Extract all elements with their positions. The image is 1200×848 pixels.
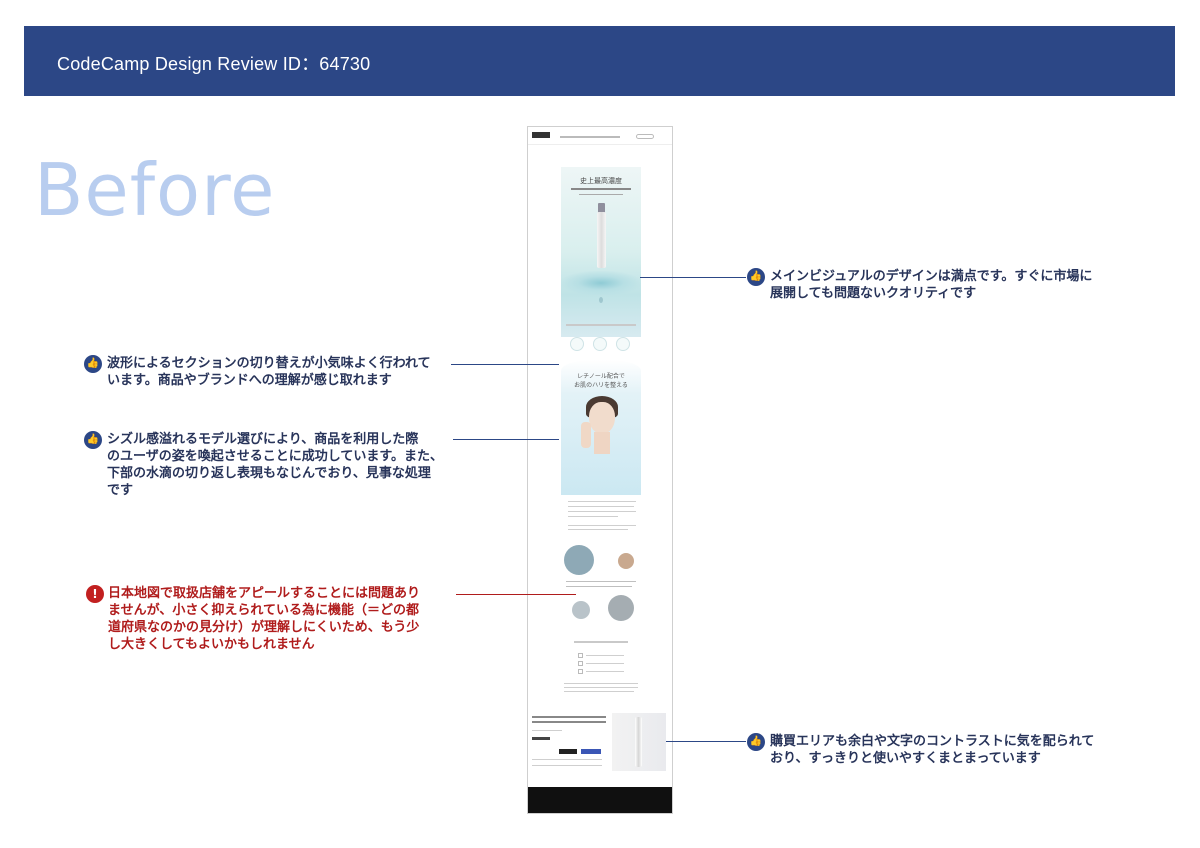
annotation-main-visual: メインビジュアルのデザインは満点です。すぐに市場に 展開しても問題ないクオリティ… bbox=[770, 269, 1093, 301]
text-line bbox=[568, 501, 636, 502]
product-name bbox=[532, 721, 606, 723]
header-bar: CodeCamp Design Review ID：64730 bbox=[24, 26, 1175, 96]
model-hand bbox=[581, 422, 591, 448]
feature-badge bbox=[593, 337, 607, 351]
thumbs-up-icon: 👍 bbox=[747, 733, 765, 751]
feature-badge bbox=[616, 337, 630, 351]
text-line bbox=[568, 516, 618, 517]
mock-logo bbox=[532, 132, 550, 138]
review-title: CodeCamp Design Review ID：64730 bbox=[57, 54, 371, 74]
water-ripple bbox=[561, 271, 641, 295]
model-neck bbox=[594, 432, 610, 454]
annotation-wave: 波形によるセクションの切り替えが小気味よく行われて います。商品やブランドへの理… bbox=[107, 356, 431, 388]
text-line bbox=[564, 687, 638, 688]
connector-line bbox=[451, 364, 559, 365]
text-line bbox=[586, 671, 624, 672]
text-line bbox=[564, 691, 634, 692]
annotation-purchase-area: 購買エリアも余白や文字のコントラストに気を配られて おり、すっきりと使いやすくま… bbox=[770, 734, 1095, 766]
mock-nav bbox=[528, 127, 672, 145]
thumbs-up-icon: 👍 bbox=[84, 431, 102, 449]
wave-section-title: レチノール配合で お肌のハリを整える bbox=[574, 373, 628, 389]
mv-subtitle-line bbox=[571, 188, 631, 190]
map-caption bbox=[566, 581, 636, 582]
cart-button[interactable] bbox=[559, 749, 577, 754]
connector-line bbox=[456, 594, 576, 595]
product-price bbox=[532, 737, 550, 740]
text-line bbox=[586, 663, 624, 664]
wave-section: レチノール配合で お肌のハリを整える bbox=[561, 360, 641, 495]
text-line bbox=[564, 683, 638, 684]
model-face bbox=[589, 402, 615, 434]
thumbs-up-icon: 👍 bbox=[747, 268, 765, 286]
product-bottle bbox=[635, 717, 642, 767]
annotation-map-warning: 日本地図で取扱店舗をアピールすることには問題あり ませんが、小さく抑えられている… bbox=[108, 586, 421, 652]
mv-subtitle-line bbox=[579, 194, 623, 195]
store-photo bbox=[564, 545, 594, 575]
map-caption bbox=[566, 586, 632, 587]
feature-badge bbox=[570, 337, 584, 351]
main-visual: 史上最高濃度 bbox=[561, 167, 641, 337]
mock-footer bbox=[528, 787, 672, 813]
website-mockup: 史上最高濃度 レチノール配合で お肌のハリを整える bbox=[527, 126, 673, 814]
text-line bbox=[532, 765, 602, 766]
connector-line bbox=[666, 741, 746, 742]
exclamation-icon: ! bbox=[86, 585, 104, 603]
mock-nav-links bbox=[560, 136, 620, 138]
text-line bbox=[568, 506, 634, 507]
mock-search bbox=[636, 134, 654, 139]
product-name bbox=[532, 716, 606, 718]
before-heading: Before bbox=[34, 148, 276, 232]
product-bottle bbox=[597, 212, 606, 268]
text-line bbox=[586, 655, 624, 656]
store-photo bbox=[572, 601, 590, 619]
annotation-model: シズル感溢れるモデル選びにより、商品を利用した際 のユーザの姿を喚起させることに… bbox=[107, 432, 444, 498]
guarantee-title bbox=[574, 641, 628, 643]
text-line bbox=[568, 511, 636, 512]
water-drop bbox=[599, 297, 603, 303]
buy-button[interactable] bbox=[581, 749, 601, 754]
connector-line bbox=[640, 277, 746, 278]
thumbs-up-icon: 👍 bbox=[84, 355, 102, 373]
checkbox-icon bbox=[578, 661, 583, 666]
checkbox-icon bbox=[578, 669, 583, 674]
text-line bbox=[568, 525, 636, 526]
text-line bbox=[568, 529, 628, 530]
store-photo bbox=[618, 553, 634, 569]
text-line bbox=[532, 759, 602, 760]
text-line bbox=[532, 730, 562, 731]
store-photo bbox=[608, 595, 634, 621]
connector-line bbox=[453, 439, 559, 440]
checkbox-icon bbox=[578, 653, 583, 658]
mock-caption bbox=[566, 324, 636, 326]
mv-title: 史上最高濃度 bbox=[580, 177, 622, 185]
